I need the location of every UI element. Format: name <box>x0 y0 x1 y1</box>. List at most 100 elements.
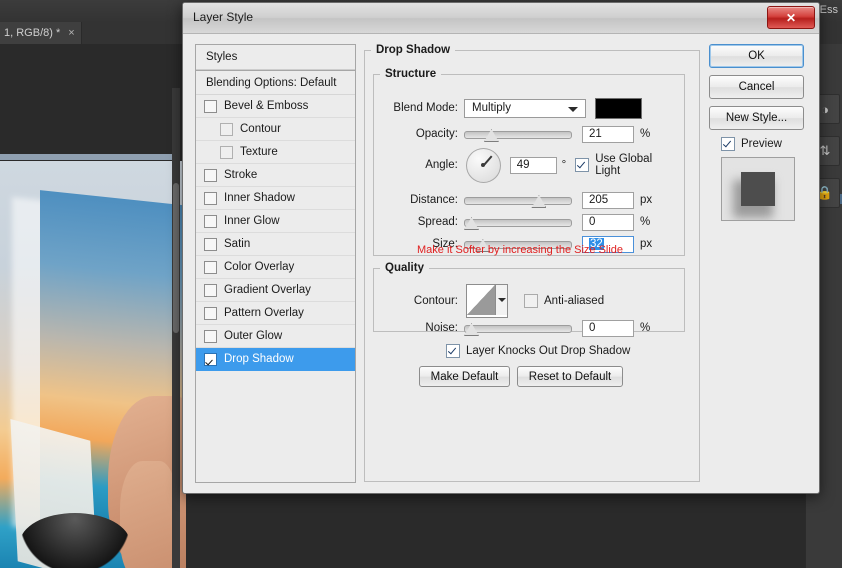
opacity-label: Opacity: <box>415 128 458 140</box>
close-icon[interactable]: × <box>68 27 74 39</box>
preview-checkbox[interactable] <box>721 137 735 151</box>
styles-list-item-checkbox[interactable] <box>204 214 217 228</box>
noise-label: Noise: <box>425 322 458 334</box>
knockout-checkbox[interactable] <box>446 344 460 358</box>
drop-shadow-group-title: Drop Shadow <box>376 44 451 56</box>
preview-row[interactable]: Preview <box>721 137 809 151</box>
blend-mode-select[interactable]: Multiply <box>464 98 586 118</box>
styles-list-item-checkbox[interactable] <box>204 283 217 297</box>
drop-shadow-group: Drop Shadow Structure Blend Mode: Multip… <box>364 44 700 482</box>
dialog-actions: OK Cancel New Style... Preview <box>709 44 809 221</box>
styles-list-item[interactable]: Color Overlay <box>196 256 355 279</box>
styles-list-item[interactable]: Texture <box>196 141 355 164</box>
anti-aliased-checkbox[interactable] <box>524 294 538 308</box>
styles-list-item[interactable]: Drop Shadow <box>196 348 355 371</box>
canvas-scrollbar[interactable] <box>172 88 180 568</box>
document-tab[interactable]: 1, RGB/8) * × <box>0 22 82 44</box>
ok-button[interactable]: OK <box>709 44 804 68</box>
dialog-title: Layer Style <box>193 10 254 24</box>
layer-style-dialog: Layer Style ✕ Styles Blending Options: D… <box>182 2 820 494</box>
size-unit: px <box>640 238 653 250</box>
quality-group-title: Quality <box>385 262 424 274</box>
spread-input[interactable]: 0 <box>582 213 634 231</box>
close-icon[interactable]: ✕ <box>767 6 815 29</box>
make-default-button[interactable]: Make Default <box>419 366 510 387</box>
distance-value: 205 <box>589 194 609 206</box>
styles-header[interactable]: Styles <box>196 45 355 70</box>
styles-list-item[interactable]: Bevel & Emboss <box>196 95 355 118</box>
noise-input[interactable]: 0 <box>582 319 634 337</box>
styles-list-item[interactable]: Inner Shadow <box>196 187 355 210</box>
structure-group-title: Structure <box>385 68 437 80</box>
new-style-button[interactable]: New Style... <box>709 106 804 130</box>
angle-dial[interactable] <box>465 147 501 183</box>
workspace-selector[interactable]: Ess <box>820 4 838 16</box>
canvas-edge <box>0 154 180 160</box>
blending-options-item[interactable]: Blending Options: Default <box>196 71 355 95</box>
contour-dropdown-button[interactable] <box>495 285 507 315</box>
annotation-text: Make it Softer by increasing the Size Sl… <box>417 244 624 256</box>
knockout-label: Layer Knocks Out Drop Shadow <box>466 345 631 357</box>
spread-value: 0 <box>589 216 596 228</box>
styles-list-item-checkbox[interactable] <box>204 168 217 182</box>
document-photo <box>0 161 186 568</box>
distance-unit: px <box>640 194 653 206</box>
styles-list: Bevel & Emboss Contour Texture Stroke Inner … <box>196 95 355 482</box>
styles-list-item[interactable]: Pattern Overlay <box>196 302 355 325</box>
angle-value: 49 <box>516 159 530 171</box>
effect-settings-panel: Drop Shadow Structure Blend Mode: Multip… <box>364 44 700 482</box>
styles-list-item-label: Drop Shadow <box>224 353 294 365</box>
styles-list-item[interactable]: Stroke <box>196 164 355 187</box>
shadow-color-swatch[interactable] <box>595 97 642 119</box>
noise-value: 0 <box>589 322 596 334</box>
styles-list-item-label: Color Overlay <box>224 261 295 273</box>
spread-label: Spread: <box>417 216 458 228</box>
anti-aliased-row[interactable]: Anti-aliased <box>524 294 604 308</box>
styles-list-panel: Styles Blending Options: Default Bevel &… <box>195 44 356 483</box>
styles-list-item-checkbox[interactable] <box>204 191 217 205</box>
styles-list-item[interactable]: Contour <box>196 118 355 141</box>
styles-list-item-checkbox[interactable] <box>220 145 233 159</box>
blend-mode-label: Blend Mode: <box>393 102 458 114</box>
scrollbar-thumb[interactable] <box>173 183 179 333</box>
opacity-value: 21 <box>589 128 602 140</box>
use-global-light-label: Use Global Light <box>595 153 653 177</box>
noise-unit: % <box>640 322 651 334</box>
dialog-title-bar[interactable]: Layer Style ✕ <box>183 3 819 34</box>
distance-input[interactable]: 205 <box>582 191 634 209</box>
contour-preset-select[interactable] <box>466 284 508 318</box>
cancel-button[interactable]: Cancel <box>709 75 804 99</box>
styles-list-item[interactable]: Inner Glow <box>196 210 355 233</box>
styles-list-item[interactable]: Satin <box>196 233 355 256</box>
use-global-light-row[interactable]: Use Global Light <box>575 153 680 177</box>
styles-list-item-label: Inner Shadow <box>224 192 295 204</box>
styles-list-item-checkbox[interactable] <box>204 306 217 320</box>
styles-list-item[interactable]: Gradient Overlay <box>196 279 355 302</box>
reset-to-default-button[interactable]: Reset to Default <box>517 366 623 387</box>
opacity-slider[interactable] <box>464 127 572 142</box>
spread-slider[interactable] <box>464 215 572 230</box>
distance-label: Distance: <box>410 194 458 206</box>
opacity-input[interactable]: 21 <box>582 125 634 143</box>
distance-slider[interactable] <box>464 193 572 208</box>
styles-list-item-checkbox[interactable] <box>204 237 217 251</box>
angle-input[interactable]: 49 <box>509 156 557 174</box>
contour-label: Contour: <box>413 295 458 307</box>
structure-group: Structure Blend Mode: Multiply Opacity: <box>373 68 685 256</box>
styles-list-item-checkbox[interactable] <box>204 99 217 113</box>
styles-list-item-label: Outer Glow <box>224 330 283 342</box>
styles-list-item-checkbox[interactable] <box>204 329 217 343</box>
noise-slider[interactable] <box>464 321 572 336</box>
preview-thumbnail <box>721 157 795 221</box>
quality-group: Quality Contour: Anti-aliased Noise: 0 % <box>373 262 685 337</box>
styles-list-item-checkbox[interactable] <box>204 352 217 366</box>
opacity-slider-track <box>464 131 572 139</box>
styles-list-item-checkbox[interactable] <box>204 260 217 274</box>
opacity-unit: % <box>640 128 651 140</box>
use-global-light-checkbox[interactable] <box>575 158 590 172</box>
knockout-row[interactable]: Layer Knocks Out Drop Shadow <box>446 344 630 358</box>
styles-list-item-checkbox[interactable] <box>220 122 233 136</box>
styles-list-item[interactable]: Outer Glow <box>196 325 355 348</box>
styles-header-box: Styles <box>195 44 356 71</box>
styles-list-item-label: Satin <box>224 238 251 250</box>
